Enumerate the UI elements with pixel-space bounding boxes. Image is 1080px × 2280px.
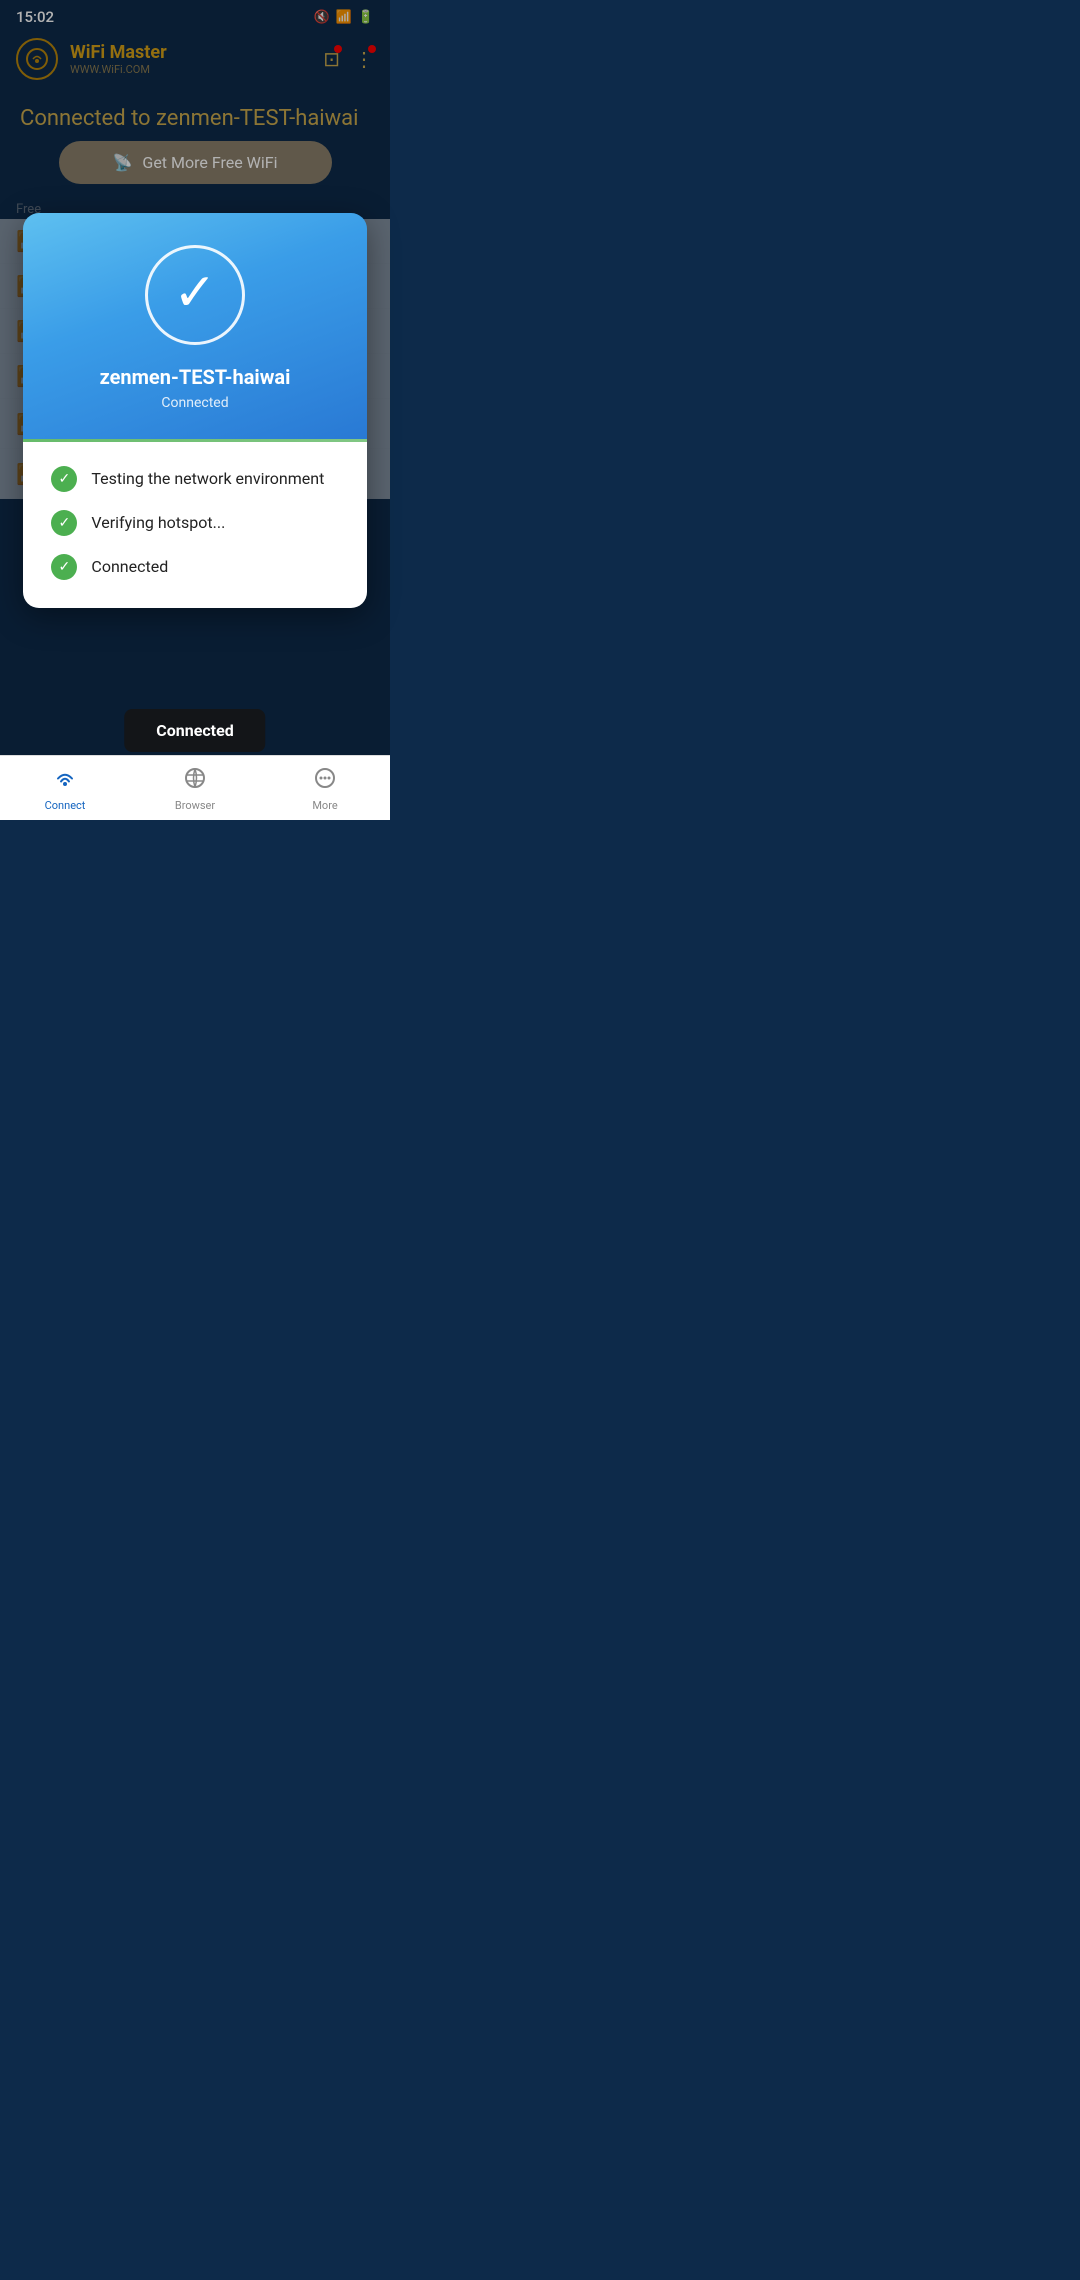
nav-item-more[interactable]: More [260, 756, 390, 820]
check-icon: ✓ [173, 267, 217, 319]
toast-text: Connected [156, 721, 233, 740]
more-nav-label: More [312, 799, 337, 812]
green-check-icon-1: ✓ [51, 466, 77, 492]
toast-connected: Connected [124, 709, 265, 752]
bottom-nav: Connect Browser More [0, 755, 390, 820]
green-check-icon-2: ✓ [51, 510, 77, 536]
success-circle: ✓ [145, 245, 245, 345]
check-text-3: Connected [91, 557, 168, 576]
nav-item-browser[interactable]: Browser [130, 756, 260, 820]
check-item-1: ✓ Testing the network environment [51, 466, 338, 492]
check-item-3: ✓ Connected [51, 554, 338, 580]
check-text-2: Verifying hotspot... [91, 513, 225, 532]
green-check-icon-3: ✓ [51, 554, 77, 580]
modal-overlay[interactable]: ✓ zenmen-TEST-haiwai Connected ✓ Testing… [0, 0, 390, 820]
modal-bottom: ✓ Testing the network environment ✓ Veri… [23, 442, 366, 608]
connect-nav-icon [53, 766, 77, 796]
modal-connected-label: Connected [161, 395, 228, 411]
more-nav-icon [313, 766, 337, 796]
connect-nav-label: Connect [45, 799, 86, 812]
browser-nav-icon [183, 766, 207, 796]
nav-item-connect[interactable]: Connect [0, 756, 130, 820]
check-item-2: ✓ Verifying hotspot... [51, 510, 338, 536]
connection-modal: ✓ zenmen-TEST-haiwai Connected ✓ Testing… [23, 213, 366, 608]
browser-nav-label: Browser [175, 799, 215, 812]
check-text-1: Testing the network environment [91, 469, 324, 488]
modal-ssid: zenmen-TEST-haiwai [100, 365, 291, 389]
modal-top: ✓ zenmen-TEST-haiwai Connected [23, 213, 366, 439]
